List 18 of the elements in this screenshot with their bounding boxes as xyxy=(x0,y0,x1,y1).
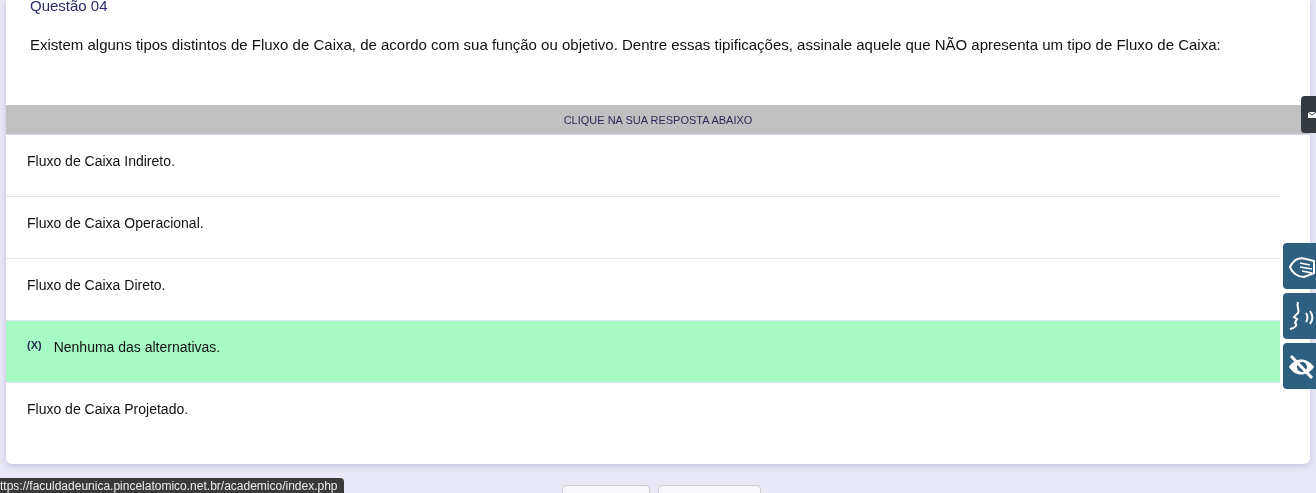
answer-option[interactable]: (X) Nenhuma das alternativas. xyxy=(6,321,1280,383)
status-url: ttps://faculdadeunica.pincelatomico.net.br/academico/index.php xyxy=(0,478,344,493)
mail-tab[interactable] xyxy=(1301,96,1316,133)
answer-option[interactable]: Fluxo de Caixa Indireto. xyxy=(6,135,1280,197)
option-text: Fluxo de Caixa Operacional. xyxy=(27,215,204,233)
envelope-icon xyxy=(1308,110,1316,119)
selected-marker: (X) xyxy=(27,339,42,353)
question-text: Existem alguns tipos distintos de Fluxo de Caixa, de acordo com sua função ou objetivo. Dentre essas tipificações, assinale aquele que NÃO apresenta um tipo de Fluxo de Caixa: xyxy=(29,35,1222,55)
answer-option[interactable]: Fluxo de Caixa Operacional. xyxy=(6,197,1280,259)
option-text: Fluxo de Caixa Projetado. xyxy=(27,401,189,419)
speaking-head-button[interactable] xyxy=(1283,293,1316,339)
option-text: Nenhuma das alternativas. xyxy=(53,339,221,357)
option-text: Fluxo de Caixa Indireto. xyxy=(27,153,175,171)
answer-header: CLIQUE NA SUA RESPOSTA ABAIXO xyxy=(6,105,1310,135)
option-text: Fluxo de Caixa Direto. xyxy=(27,277,166,295)
eye-slash-button[interactable] xyxy=(1283,343,1316,389)
question-title: Questão 04 xyxy=(29,0,109,14)
answer-option[interactable]: Fluxo de Caixa Projetado. xyxy=(6,383,1280,445)
